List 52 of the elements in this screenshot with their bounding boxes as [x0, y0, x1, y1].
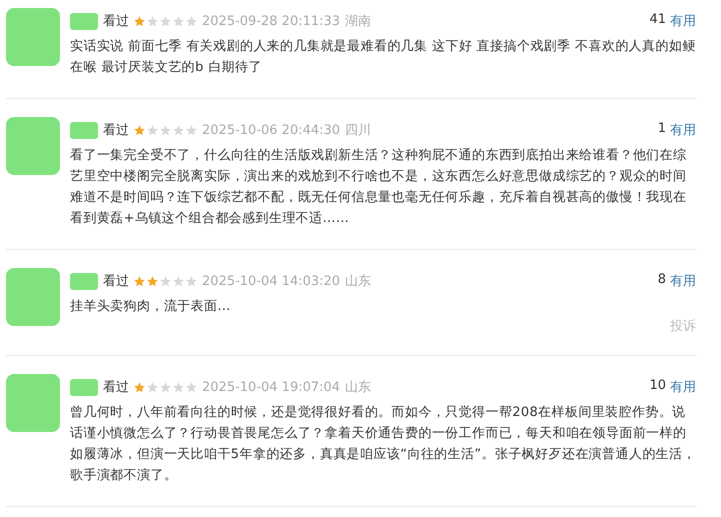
star-icon — [147, 382, 158, 392]
redacted-name — [70, 122, 98, 138]
star-icon — [173, 16, 184, 26]
review-time: 2025-10-04 19:07:04 — [202, 380, 340, 394]
avatar[interactable] — [6, 268, 60, 326]
vote-count: 10 — [649, 378, 666, 395]
review-text: 看了一集完全受不了，什么向往的生活版戏剧新生活？这种狗屁不通的东西到底拍出来给谁看？他们在综艺里空中楼阁完全脱离实际，演出来的戏尬到不行啥也不是，这东西怎么好意思做成综艺的？观众的时间难道不是时间吗？连下饭综艺都不配，既无任何信息量也毫无任何乐趣，充斥着自视甚高的傲慢！我现在看到黄磊+乌镇这个组合都会感到生理不适…… — [70, 147, 688, 228]
location: 山东 — [345, 273, 372, 290]
review-time: 2025-09-28 20:11:33 — [202, 14, 340, 28]
star-icon — [173, 382, 184, 392]
star-icon — [134, 16, 145, 26]
review-time: 2025-10-06 20:44:30 — [202, 122, 340, 138]
star-icon — [173, 276, 184, 286]
vote-count: 41 — [649, 12, 666, 29]
avatar[interactable] — [6, 117, 60, 175]
redacted-name — [70, 378, 98, 396]
star-icon — [186, 382, 197, 392]
review-text: 实话实说 前面七季 有关戏剧的人来的几集就是最难看的几集 这下好 直接搞个戏剧季 不喜欢的人真的如鲠在喉 最讨厌装文艺的b 白期待了 — [70, 38, 696, 77]
star-icon — [160, 124, 171, 136]
star-icon — [134, 382, 145, 392]
location: 湖南 — [345, 13, 372, 30]
star-icon — [173, 124, 184, 136]
useful-link[interactable]: 有用 — [670, 272, 696, 290]
star-icon — [186, 124, 197, 136]
vote-count: 8 — [658, 272, 666, 289]
review-text: 曾几何时，八年前看向往的时候，还是觉得很好看的。而如今，只觉得一帮208在样板间里装腔作势。说话谨小慎微怎么了？行动畏首畏尾怎么了？拿着天价通告费的一份工作而已，每天和咱在领导面前一样的如履薄冰，但演一天比咱干5年拿的还多，真真是咱应该“向往的生活”。张子枫好歹还在演普通人的生活，歌手演都不演了。 — [70, 404, 696, 485]
star-icon — [147, 124, 158, 136]
star-icon — [160, 276, 171, 286]
redacted-name — [70, 272, 98, 290]
avatar[interactable] — [6, 374, 60, 432]
star-icon — [160, 16, 171, 26]
location: 四川 — [345, 122, 372, 139]
redacted-name — [70, 12, 98, 30]
watched-label: 看过 — [103, 273, 129, 290]
star-icon — [186, 276, 197, 286]
star-icon — [147, 16, 158, 26]
review-text: 挂羊头卖狗肉，流于表面… — [70, 298, 232, 316]
watched-label: 看过 — [103, 122, 129, 139]
useful-link[interactable]: 有用 — [670, 12, 696, 30]
star-icon — [186, 16, 197, 26]
star-icon — [160, 382, 171, 392]
star-icon — [147, 276, 158, 286]
vote-count: 1 — [658, 121, 666, 138]
star-icon — [134, 276, 145, 286]
avatar[interactable] — [6, 8, 60, 66]
watched-label: 看过 — [103, 379, 129, 396]
star-icon — [134, 124, 145, 136]
review-time: 2025-10-04 14:03:20 — [202, 274, 340, 288]
watched-label: 看过 — [103, 13, 129, 30]
useful-link[interactable]: 有用 — [670, 121, 696, 139]
location: 山东 — [345, 379, 372, 396]
useful-link[interactable]: 有用 — [670, 378, 696, 396]
